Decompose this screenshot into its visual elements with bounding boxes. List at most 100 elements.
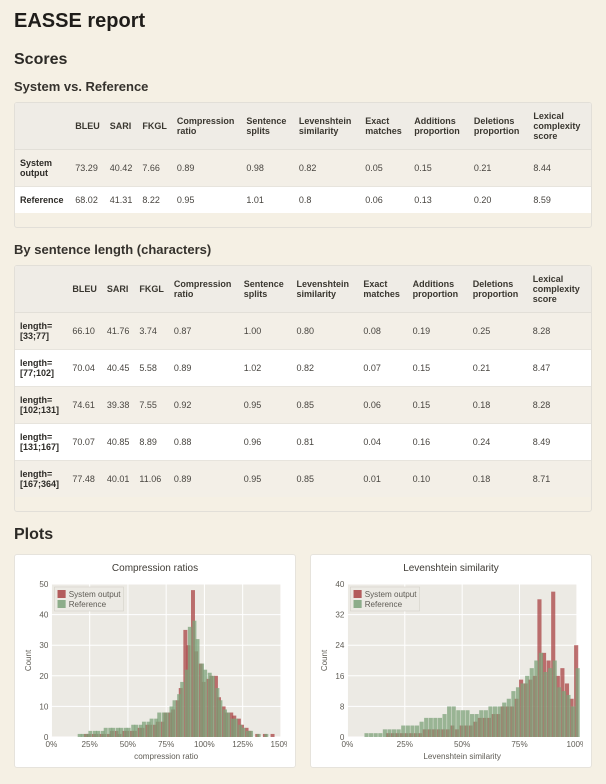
col-header: Exact matches xyxy=(358,266,407,313)
cell: 77.48 xyxy=(67,461,102,498)
svg-text:40: 40 xyxy=(335,580,345,589)
cell: 40.85 xyxy=(102,424,135,461)
cell: 0.07 xyxy=(358,350,407,387)
cell: 0.81 xyxy=(291,424,358,461)
cell: 8.28 xyxy=(528,313,591,350)
svg-text:System output: System output xyxy=(69,590,122,599)
col-header: Additions proportion xyxy=(409,103,469,150)
col-header: Sentence splits xyxy=(241,103,293,150)
cell: 0.01 xyxy=(358,461,407,498)
cell: 0.80 xyxy=(291,313,358,350)
row-header: Reference xyxy=(15,187,70,214)
table-row: Reference68.0241.318.220.951.010.80.060.… xyxy=(15,187,591,214)
cell: 3.74 xyxy=(134,313,169,350)
svg-text:Count: Count xyxy=(320,649,329,671)
cell: 74.61 xyxy=(67,387,102,424)
cell: 0.16 xyxy=(408,424,468,461)
cell: 66.10 xyxy=(67,313,102,350)
svg-text:150%: 150% xyxy=(271,740,287,749)
cell: 0.25 xyxy=(468,313,528,350)
table-row: length=[167;364]77.4840.0111.060.890.950… xyxy=(15,461,591,498)
cell: 0.89 xyxy=(169,461,239,498)
cell: 68.02 xyxy=(70,187,105,214)
svg-text:50%: 50% xyxy=(454,740,470,749)
svg-text:Count: Count xyxy=(24,649,33,671)
svg-text:75%: 75% xyxy=(511,740,527,749)
row-header: length=[33;77] xyxy=(15,313,67,350)
cell: 0.19 xyxy=(408,313,468,350)
col-header: SARI xyxy=(105,103,138,150)
cell: 0.85 xyxy=(291,461,358,498)
cell: 5.58 xyxy=(134,350,169,387)
cell: 41.31 xyxy=(105,187,138,214)
col-header xyxy=(15,103,70,150)
col-header: Additions proportion xyxy=(408,266,468,313)
cell: 0.95 xyxy=(239,387,292,424)
svg-text:16: 16 xyxy=(335,672,345,681)
cell: 0.15 xyxy=(408,350,468,387)
col-header: Levenshtein similarity xyxy=(294,103,360,150)
svg-text:25%: 25% xyxy=(397,740,413,749)
cell: 40.01 xyxy=(102,461,135,498)
row-header: length=[102;131] xyxy=(15,387,67,424)
svg-text:Reference: Reference xyxy=(69,600,107,609)
svg-text:0: 0 xyxy=(44,733,49,742)
col-header: Sentence splits xyxy=(239,266,292,313)
cell: 0.85 xyxy=(291,387,358,424)
col-header: Lexical complexity score xyxy=(528,103,591,150)
cell: 0.8 xyxy=(294,187,360,214)
cell: 8.44 xyxy=(528,150,591,187)
cell: 0.95 xyxy=(239,461,292,498)
cell: 39.38 xyxy=(102,387,135,424)
col-header: BLEU xyxy=(70,103,105,150)
cell: 0.96 xyxy=(239,424,292,461)
svg-text:Levenshtein similarity: Levenshtein similarity xyxy=(423,752,501,761)
svg-text:100%: 100% xyxy=(567,740,583,749)
svg-text:10: 10 xyxy=(39,702,49,711)
cell: 0.98 xyxy=(241,150,293,187)
svg-text:System output: System output xyxy=(365,590,418,599)
svg-text:8: 8 xyxy=(340,702,345,711)
plot-title: Levenshtein similarity xyxy=(319,563,583,574)
cell: 0.18 xyxy=(468,461,528,498)
col-header: BLEU xyxy=(67,266,102,313)
svg-text:50: 50 xyxy=(39,580,49,589)
cell: 0.82 xyxy=(294,150,360,187)
cell: 40.42 xyxy=(105,150,138,187)
cell: 73.29 xyxy=(70,150,105,187)
col-header: FKGL xyxy=(137,103,172,150)
table-row: length=[131;167]70.0740.858.890.880.960.… xyxy=(15,424,591,461)
cell: 0.87 xyxy=(169,313,239,350)
section-scores: Scores xyxy=(14,51,592,69)
subsection-sys-vs-ref: System vs. Reference xyxy=(14,79,592,94)
cell: 0.10 xyxy=(408,461,468,498)
svg-text:100%: 100% xyxy=(194,740,215,749)
cell: 0.13 xyxy=(409,187,469,214)
svg-text:40: 40 xyxy=(39,611,49,620)
cell: 0.92 xyxy=(169,387,239,424)
cell: 0.06 xyxy=(360,187,409,214)
col-header: Compression ratio xyxy=(169,266,239,313)
col-header: Lexical complexity score xyxy=(528,266,591,313)
cell: 8.28 xyxy=(528,387,591,424)
cell: 0.88 xyxy=(169,424,239,461)
row-header: length=[131;167] xyxy=(15,424,67,461)
cell: 8.71 xyxy=(528,461,591,498)
row-header: length=[77;102] xyxy=(15,350,67,387)
svg-text:25%: 25% xyxy=(82,740,98,749)
cell: 0.15 xyxy=(409,150,469,187)
cell: 41.76 xyxy=(102,313,135,350)
svg-text:compression ratio: compression ratio xyxy=(134,752,199,761)
bylen-table: BLEUSARIFKGLCompression ratioSentence sp… xyxy=(15,266,591,497)
col-header: FKGL xyxy=(134,266,169,313)
cell: 0.15 xyxy=(408,387,468,424)
cell: 8.49 xyxy=(528,424,591,461)
cell: 0.95 xyxy=(172,187,242,214)
cell: 0.82 xyxy=(291,350,358,387)
cell: 0.05 xyxy=(360,150,409,187)
plot-compression: Compression ratios 0%25%50%75%100%125%15… xyxy=(14,554,296,768)
row-header: length=[167;364] xyxy=(15,461,67,498)
cell: 0.21 xyxy=(468,350,528,387)
plot-title: Compression ratios xyxy=(23,563,287,574)
svg-text:30: 30 xyxy=(39,641,49,650)
